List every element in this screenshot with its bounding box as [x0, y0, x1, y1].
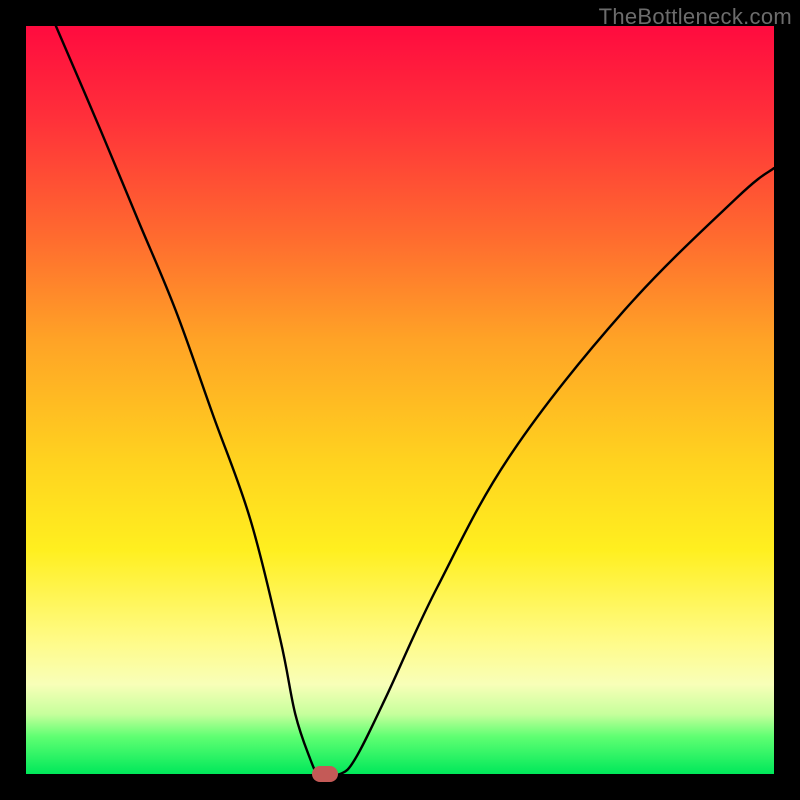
plot-area — [26, 26, 774, 774]
chart-frame: TheBottleneck.com — [0, 0, 800, 800]
optimal-point-marker — [312, 766, 338, 782]
bottleneck-curve — [26, 26, 774, 774]
attribution-watermark: TheBottleneck.com — [599, 4, 792, 30]
